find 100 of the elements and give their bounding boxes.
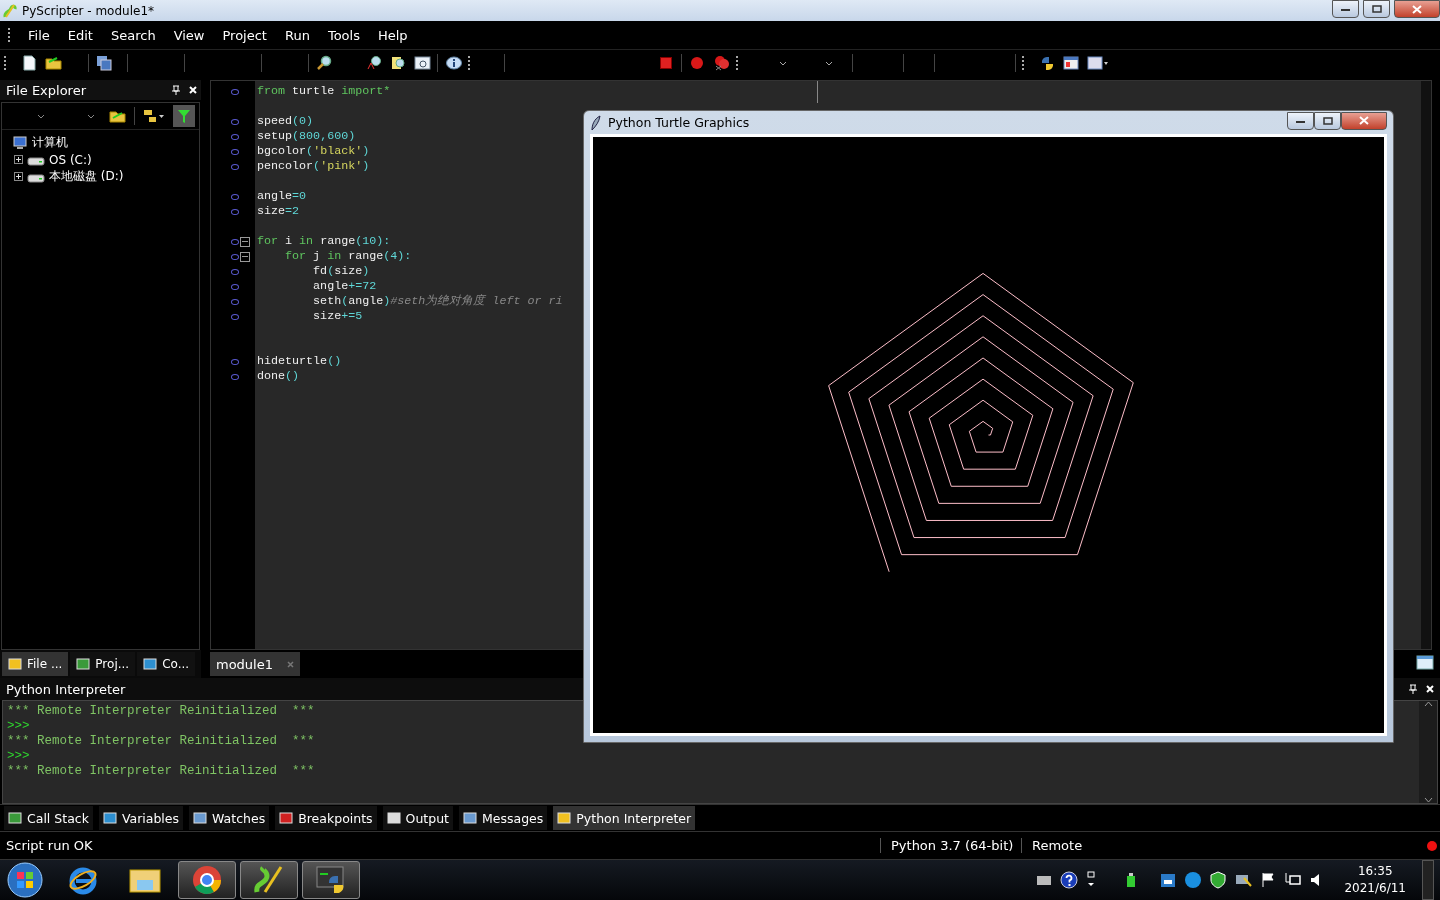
toolbar-grip — [1022, 56, 1026, 70]
console-line: >>> — [7, 719, 31, 734]
store-icon[interactable] — [1160, 872, 1177, 888]
panel-tab[interactable]: Call Stack — [4, 806, 93, 830]
tree-item[interactable]: 计算机 — [32, 134, 68, 151]
panel-tab[interactable]: Breakpoints — [275, 806, 377, 830]
tab-icon — [279, 812, 294, 824]
code-line: for j in range(4): — [284, 249, 412, 264]
window-view-button[interactable] — [413, 54, 431, 72]
info-button[interactable] — [444, 54, 462, 72]
minimize-icon — [1341, 6, 1350, 12]
tab-icon — [386, 812, 401, 824]
status-message: Script run OK — [5, 838, 94, 853]
network-icon[interactable] — [1284, 872, 1303, 888]
python-taskbar-icon[interactable] — [302, 861, 360, 899]
console-line: >>> — [7, 749, 31, 764]
code-line: for i in range(10): — [256, 234, 391, 249]
toolbar-grip — [736, 56, 740, 70]
clock[interactable]: 16:35 2021/6/11 — [1344, 863, 1406, 897]
menu-item[interactable]: Edit — [59, 25, 101, 45]
status-dot-icon — [1426, 839, 1438, 852]
find-in-files-button[interactable] — [389, 54, 407, 72]
breakpoint-button[interactable] — [688, 54, 706, 72]
expand-toggle[interactable] — [14, 155, 23, 164]
panel-tab[interactable]: Output — [382, 806, 453, 830]
scroll-down-icon — [1423, 797, 1433, 803]
folder-tree-button[interactable] — [143, 107, 165, 125]
close-icon — [1359, 116, 1369, 125]
code-line: angle+=72 — [312, 279, 377, 294]
maximize-icon — [1371, 5, 1382, 13]
search-button[interactable] — [315, 54, 333, 72]
minimize-button[interactable] — [1287, 111, 1314, 130]
clock-date: 2021/6/11 — [1344, 880, 1406, 897]
tab-icon — [8, 812, 22, 824]
filter-icon — [177, 108, 191, 124]
maximize-button[interactable] — [1363, 0, 1390, 18]
window-icon[interactable] — [1416, 655, 1434, 670]
replace-button[interactable] — [365, 54, 383, 72]
stop-button[interactable] — [657, 54, 675, 72]
keyboard-icon[interactable] — [1036, 874, 1053, 886]
toolbar-grip — [8, 28, 12, 42]
open-folder-button[interactable] — [44, 54, 62, 72]
clear-breakpoints-button[interactable] — [712, 54, 730, 72]
panel-tab[interactable]: File ... — [2, 652, 69, 676]
tab-icon — [8, 658, 22, 670]
filter-button[interactable] — [173, 105, 195, 127]
close-button[interactable] — [1394, 0, 1440, 18]
minus-icon — [242, 240, 248, 243]
code-line: speed(0) — [256, 114, 314, 129]
save-all-button[interactable] — [95, 54, 113, 72]
window-switch-icon[interactable] — [1086, 871, 1097, 889]
minimize-button[interactable] — [1332, 0, 1359, 18]
code-line: pencolor('pink') — [256, 159, 370, 174]
tab-icon — [76, 658, 91, 670]
console-line: *** Remote Interpreter Reinitialized *** — [7, 764, 316, 779]
menu-item[interactable]: Run — [276, 25, 318, 45]
panel-tab[interactable]: Watches — [189, 806, 270, 830]
chrome-taskbar-icon[interactable] — [178, 861, 236, 899]
fold-toggle[interactable] — [240, 251, 250, 262]
window-title: PyScripter - module1* — [22, 3, 156, 18]
editor-tab[interactable]: module1 — [210, 652, 300, 676]
maximize-button[interactable] — [1314, 111, 1341, 130]
console-line: *** Remote Interpreter Reinitialized *** — [7, 704, 316, 719]
status-engine: Python 3.7 (64-bit) — [880, 838, 1021, 853]
tab-icon — [557, 812, 572, 824]
panel-title: Python Interpreter — [6, 681, 126, 697]
status-mode: Remote — [1021, 838, 1118, 853]
code-line: size+=5 — [312, 309, 363, 324]
menu-item[interactable]: File — [20, 25, 58, 45]
close-icon — [1412, 4, 1422, 14]
usb-drive-icon[interactable] — [1126, 872, 1137, 888]
tab-icon — [143, 658, 158, 670]
window-title: Python Turtle Graphics — [608, 115, 751, 130]
panel-tab[interactable]: Messages — [459, 806, 548, 830]
code-line: setup(800,600) — [256, 129, 356, 144]
close-button[interactable] — [1341, 111, 1387, 130]
panel-tab[interactable]: Proj... — [70, 652, 136, 676]
layout-menu-button[interactable] — [1086, 54, 1110, 72]
menu-item[interactable]: Search — [102, 25, 164, 45]
panel-tab[interactable]: Co... — [137, 652, 196, 676]
new-file-button[interactable] — [20, 54, 38, 72]
console-line: *** Remote Interpreter Reinitialized *** — [7, 734, 316, 749]
tree-item[interactable]: OS (C:) — [49, 152, 92, 167]
maximize-icon — [1322, 116, 1333, 125]
fold-toggle[interactable] — [240, 236, 250, 247]
flag-icon[interactable] — [1260, 872, 1277, 888]
panel-tab[interactable]: Variables — [98, 806, 184, 830]
menu-item[interactable]: Project — [214, 25, 275, 45]
expand-toggle[interactable] — [14, 172, 23, 181]
panel-tab[interactable]: Python Interpreter — [553, 806, 696, 830]
shield-icon[interactable] — [1210, 871, 1227, 889]
code-line: angle=0 — [256, 189, 307, 204]
help-icon[interactable] — [1060, 871, 1079, 889]
menu-item[interactable]: Tools — [319, 25, 368, 45]
menu-item[interactable]: Help — [369, 25, 416, 45]
tab-icon — [193, 812, 208, 824]
tree-item[interactable]: 本地磁盘 (D:) — [49, 168, 124, 185]
code-line: seth(angle)#seth为绝对角度 left or ri — [312, 294, 563, 309]
layout-button[interactable] — [1062, 54, 1080, 72]
menu-item[interactable]: View — [165, 25, 213, 45]
